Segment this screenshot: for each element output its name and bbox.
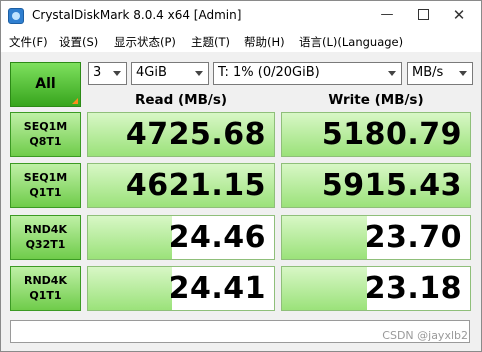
chevron-down-icon: [113, 71, 121, 76]
menu-help[interactable]: 帮助(H): [244, 34, 285, 50]
menu-file[interactable]: 文件(F): [9, 34, 48, 50]
menu-language[interactable]: 语言(L)(Language): [299, 34, 403, 50]
write-bar: [282, 267, 367, 310]
main-panel: All 3 4GiB T: 1% (0/20GiB) MB/s Read (MB…: [1, 52, 481, 351]
seq1m-q1t1-read-result: 4621.15: [87, 163, 275, 208]
test-size-select[interactable]: 4GiB: [131, 62, 209, 85]
maximize-icon: [417, 9, 429, 20]
maximize-button[interactable]: [405, 1, 441, 31]
test-params: Q32T1: [25, 238, 66, 251]
unit-value: MB/s: [412, 65, 444, 80]
all-button[interactable]: All: [10, 62, 81, 107]
chevron-down-icon: [459, 71, 467, 76]
seq1m-q1t1-write-result: 5915.43: [281, 163, 471, 208]
close-button[interactable]: ✕: [441, 1, 477, 31]
test-count-select[interactable]: 3: [88, 62, 127, 85]
test-name: RND4K: [24, 274, 67, 287]
read-value: 4725.68: [125, 117, 266, 152]
rnd4k-q1t1-button[interactable]: RND4K Q1T1: [10, 266, 81, 311]
chevron-down-icon: [388, 71, 396, 76]
rnd4k-q32t1-button[interactable]: RND4K Q32T1: [10, 215, 81, 260]
corner-marker-icon: [72, 98, 78, 104]
rnd4k-q1t1-read-result: 24.41: [87, 266, 275, 311]
menu-theme[interactable]: 主题(T): [191, 34, 230, 50]
rnd4k-q32t1-read-result: 24.46: [87, 215, 275, 260]
write-bar: [282, 216, 367, 259]
all-button-label: All: [35, 76, 56, 92]
test-params: Q1T1: [29, 289, 62, 302]
seq1m-q8t1-write-result: 5180.79: [281, 112, 471, 157]
test-count-value: 3: [93, 65, 102, 80]
chevron-down-icon: [195, 71, 203, 76]
test-name: SEQ1M: [23, 120, 68, 133]
test-name: RND4K: [24, 223, 67, 236]
write-value: 5180.79: [321, 117, 462, 152]
seq1m-q8t1-button[interactable]: SEQ1M Q8T1: [10, 112, 81, 157]
window-title: CrystalDiskMark 8.0.4 x64 [Admin]: [32, 8, 242, 22]
rnd4k-q1t1-write-result: 23.18: [281, 266, 471, 311]
read-header: Read (MB/s): [134, 92, 228, 108]
unit-select[interactable]: MB/s: [407, 62, 473, 85]
read-bar: [88, 267, 172, 310]
seq1m-q1t1-button[interactable]: SEQ1M Q1T1: [10, 163, 81, 208]
write-value: 23.18: [364, 271, 462, 306]
app-window: CrystalDiskMark 8.0.4 x64 [Admin] — ✕ 文件…: [0, 0, 482, 352]
menu-display-status[interactable]: 显示状态(P): [114, 34, 176, 50]
seq1m-q8t1-read-result: 4725.68: [87, 112, 275, 157]
app-disk-icon: [8, 8, 24, 24]
test-params: Q1T1: [29, 186, 62, 199]
test-params: Q8T1: [29, 135, 62, 148]
menu-settings[interactable]: 设置(S): [59, 34, 98, 50]
title-bar: CrystalDiskMark 8.0.4 x64 [Admin] — ✕: [1, 1, 481, 31]
read-value: 24.46: [168, 220, 266, 255]
rnd4k-q32t1-write-result: 23.70: [281, 215, 471, 260]
test-size-value: 4GiB: [136, 65, 167, 80]
menu-bar: 文件(F) 设置(S) 显示状态(P) 主题(T) 帮助(H) 语言(L)(La…: [1, 31, 481, 52]
write-header: Write (MB/s): [328, 92, 424, 108]
read-value: 4621.15: [125, 168, 266, 203]
test-name: SEQ1M: [23, 171, 68, 184]
read-value: 24.41: [168, 271, 266, 306]
drive-select[interactable]: T: 1% (0/20GiB): [213, 62, 402, 85]
write-value: 5915.43: [321, 168, 462, 203]
drive-value: T: 1% (0/20GiB): [218, 65, 320, 80]
watermark-text: CSDN @jayxlb2: [382, 329, 468, 342]
read-bar: [88, 216, 172, 259]
minimize-button[interactable]: —: [369, 1, 405, 31]
write-value: 23.70: [364, 220, 462, 255]
